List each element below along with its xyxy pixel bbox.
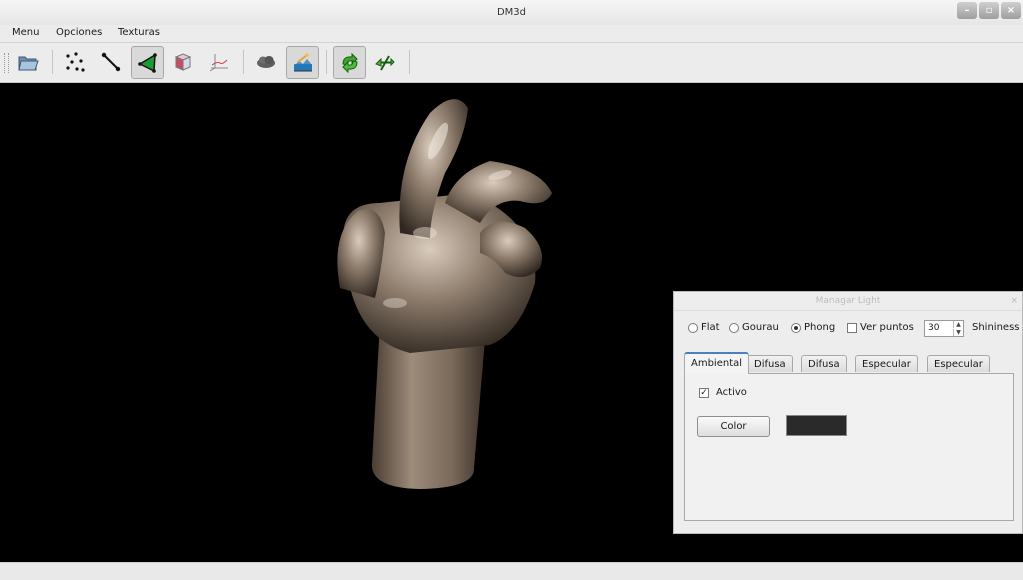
radio-flat[interactable] [688,322,698,333]
tab-especular-2[interactable]: Especular 2 [927,355,990,387]
open-file-button[interactable] [12,46,45,79]
activo-option[interactable]: ✓ Activo [699,387,747,398]
edges-icon [101,52,121,72]
tab-difusa-2[interactable]: Difusa 2 [801,355,847,387]
radio-gouraud[interactable] [729,322,739,333]
menu-item-menu[interactable]: Menu [12,27,39,38]
panel-title-text: Managar Light [815,296,881,306]
menu-item-opciones[interactable]: Opciones [56,27,102,38]
solid-mode-button[interactable] [167,46,200,79]
tab-ambiental[interactable]: Ambiental [684,352,750,374]
open-folder-icon [18,56,39,71]
color-button[interactable]: Color [697,416,770,437]
shading-gouraud-option[interactable]: Gourau [729,322,778,333]
toolbar-grip[interactable] [4,53,9,73]
minimize-button[interactable]: – [957,2,977,19]
ver-puntos-label: Ver puntos [860,322,914,333]
ver-puntos-checkbox[interactable] [847,322,857,333]
window-titlebar: DM3d – ▫ × [0,0,1023,25]
cloud-icon [257,56,275,68]
ver-puntos-option[interactable]: Ver puntos [847,322,914,333]
tab-especular-1[interactable]: Especular 1 [855,355,918,387]
shading-phong-label: Phong [804,322,836,333]
toolbar-separator [52,50,53,74]
activo-checkbox[interactable]: ✓ [699,387,709,398]
panel-title: Managar Light × [674,292,1022,311]
status-bar [0,562,1023,580]
triangles-icon [138,53,157,73]
activo-label: Activo [716,387,747,398]
toolbar-separator [326,50,327,74]
shading-phong-option[interactable]: Phong [791,322,835,333]
toolbar-separator [409,50,410,74]
axes-button[interactable] [203,46,236,79]
axes-icon [209,54,228,72]
window-title: DM3d [496,7,527,18]
lighting-button[interactable] [286,46,319,79]
maximize-button[interactable]: ▫ [979,2,999,19]
window-controls: – ▫ × [957,2,1021,19]
menubar: Menu Opciones Texturas [0,25,1023,43]
shininess-label-wrap: Shininess [972,322,1020,333]
tab-difusa-1[interactable]: Difusa 1 [747,355,793,387]
triangles-mode-button[interactable] [131,46,164,79]
close-button[interactable]: × [1001,2,1021,19]
shininess-label: Shininess [972,322,1020,333]
cloud-button[interactable] [250,46,283,79]
radio-phong[interactable] [791,322,801,333]
shading-flat-option[interactable]: Flat [688,322,720,333]
points-mode-button[interactable] [59,46,92,79]
toolbar [0,43,1023,83]
translate-green-icon [375,55,395,71]
landscape-icon [294,53,312,72]
spin-down-icon[interactable]: ▼ [953,329,963,336]
color-swatch[interactable] [786,415,847,436]
points-icon [66,52,85,72]
light-manager-panel: Managar Light × Flat Gourau Phong Ver pu… [673,291,1023,534]
toolbar-separator [243,50,244,74]
menu-item-texturas[interactable]: Texturas [118,27,160,38]
rotate-green-icon [342,52,358,74]
cube-icon [174,53,192,71]
shininess-spinbox[interactable]: 30 ▲ ▼ [924,320,964,337]
panel-close-icon[interactable]: × [1010,292,1018,310]
spin-up-icon[interactable]: ▲ [953,321,963,328]
edges-mode-button[interactable] [95,46,128,79]
tab-content-ambiental: ✓ Activo Color [684,373,1014,521]
shading-gouraud-label: Gourau [742,322,778,333]
shading-flat-label: Flat [701,322,720,333]
rotate-button[interactable] [333,46,366,79]
shininess-value: 30 [928,323,940,333]
translate-button[interactable] [369,46,402,79]
